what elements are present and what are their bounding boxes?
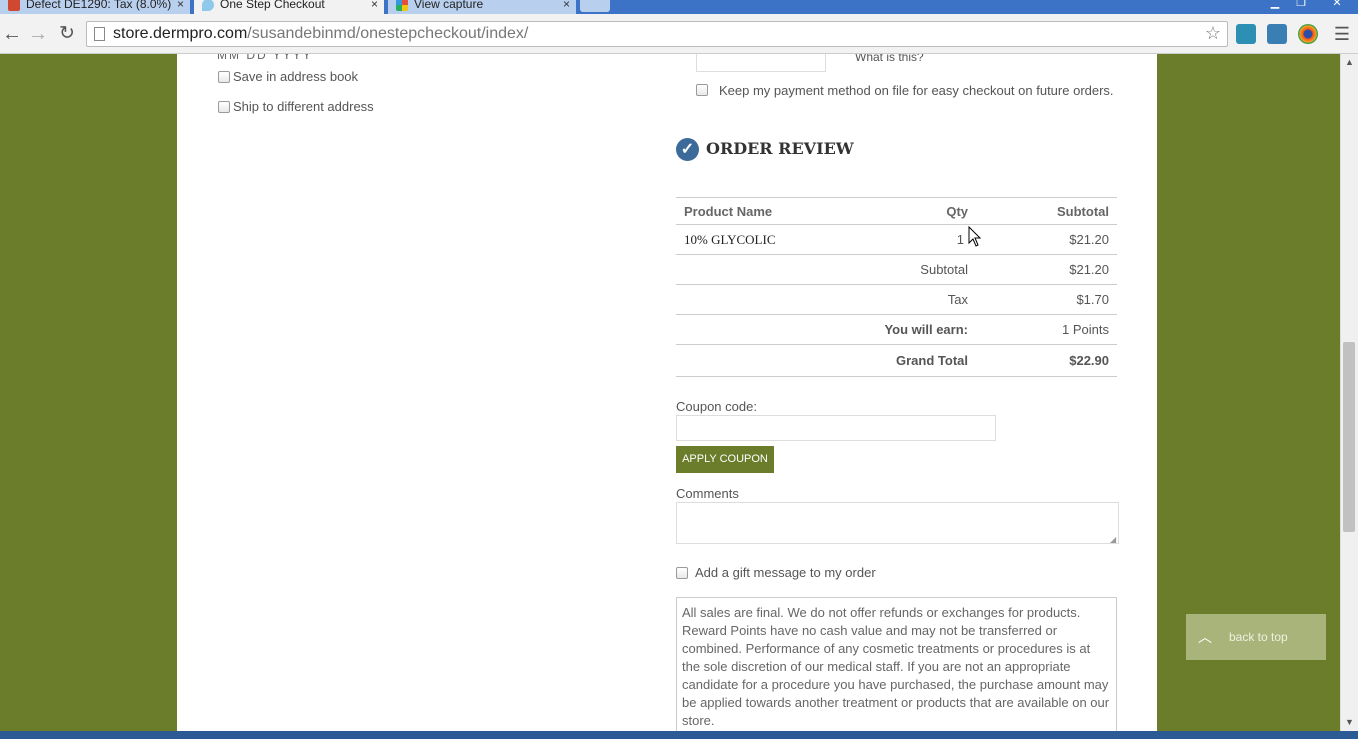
minimize-window-icon[interactable]: ▁	[1264, 0, 1286, 9]
keep-payment-checkbox[interactable]	[696, 84, 708, 96]
tab-label: View capture	[414, 0, 484, 11]
checkout-page: MM DD YYYY Save in address book Ship to …	[177, 54, 1157, 739]
tab-label: One Step Checkout	[220, 0, 325, 11]
extension-s-icon[interactable]	[1267, 24, 1287, 44]
close-window-icon[interactable]: ✕	[1322, 0, 1352, 9]
coupon-code-input[interactable]	[676, 415, 996, 441]
col-subtotal: Subtotal	[976, 197, 1117, 225]
table-row: 10% GLYCOLIC 1 $21.20	[676, 224, 1117, 255]
gift-message-checkbox[interactable]	[676, 567, 688, 579]
cvv-input[interactable]	[696, 54, 826, 72]
qty-cell: 1	[886, 224, 976, 255]
resize-grip-icon[interactable]: ◢	[1110, 535, 1116, 544]
scroll-down-arrow-icon[interactable]: ▼	[1345, 717, 1354, 727]
tax-row: Tax $1.70	[676, 284, 1117, 315]
keep-payment-label: Keep my payment method on file for easy …	[719, 83, 1114, 98]
product-name-cell: 10% GLYCOLIC	[676, 224, 886, 255]
subtotal-value: $21.20	[976, 254, 1117, 285]
tab-label: Defect DE1290: Tax (8.0%)	[26, 0, 172, 11]
reload-icon[interactable]: ↻	[55, 22, 79, 46]
grand-total-value: $22.90	[976, 344, 1117, 377]
grand-total-label: Grand Total	[676, 344, 976, 377]
earn-value: 1 Points	[976, 314, 1117, 345]
checkmark-icon: ✓	[676, 138, 699, 161]
tab-one-step-checkout[interactable]: One Step Checkout ×	[194, 0, 384, 14]
grand-total-row: Grand Total $22.90	[676, 344, 1117, 377]
date-format-hint: MM DD YYYY	[217, 54, 313, 62]
col-product-name: Product Name	[676, 197, 886, 225]
close-tab-icon[interactable]: ×	[177, 0, 184, 14]
earn-label: You will earn:	[676, 314, 976, 345]
scroll-up-arrow-icon[interactable]: ▲	[1345, 57, 1354, 67]
order-review-title: ORDER REVIEW	[706, 139, 854, 158]
scrollbar-thumb[interactable]	[1343, 342, 1355, 532]
save-address-checkbox[interactable]	[218, 71, 230, 83]
tab-view-capture[interactable]: View capture ×	[388, 0, 576, 14]
apply-coupon-button[interactable]: APPLY COUPON	[676, 446, 774, 473]
extension-circle-icon[interactable]	[1298, 24, 1318, 44]
browser-toolbar: ← → ↻ store.dermpro.com/susandebinmd/one…	[0, 14, 1358, 54]
address-bar[interactable]: store.dermpro.com/susandebinmd/onestepch…	[86, 21, 1228, 47]
back-to-top-label: back to top	[1229, 630, 1288, 644]
tax-label: Tax	[676, 284, 976, 315]
rally-favicon-icon	[8, 0, 20, 11]
table-header-row: Product Name Qty Subtotal	[676, 197, 1117, 225]
comments-textarea[interactable]	[676, 502, 1119, 544]
forward-arrow-icon[interactable]: →	[26, 22, 50, 46]
ship-different-label: Ship to different address	[233, 99, 374, 114]
save-address-label: Save in address book	[233, 69, 359, 84]
gift-message-label: Add a gift message to my order	[695, 565, 876, 580]
page-scrollbar[interactable]: ▲ ▼	[1340, 54, 1358, 739]
close-tab-icon[interactable]: ×	[563, 0, 570, 14]
subtotal-row: Subtotal $21.20	[676, 254, 1117, 285]
tax-value: $1.70	[976, 284, 1117, 315]
page-icon	[94, 27, 105, 41]
new-tab-button[interactable]	[580, 0, 610, 12]
capture-favicon-icon	[396, 0, 408, 11]
back-arrow-icon[interactable]: ←	[0, 22, 24, 46]
extension-c-icon[interactable]	[1236, 24, 1256, 44]
menu-icon[interactable]: ☰	[1330, 22, 1354, 46]
back-to-top-button[interactable]: ︿ back to top	[1186, 614, 1326, 660]
terms-text: All sales are final. We do not offer ref…	[676, 597, 1117, 739]
subtotal-label: Subtotal	[676, 254, 976, 285]
close-tab-icon[interactable]: ×	[371, 0, 378, 14]
comments-label: Comments	[676, 486, 739, 501]
subtotal-cell: $21.20	[976, 224, 1117, 255]
tab-strip: Defect DE1290: Tax (8.0%) × One Step Che…	[0, 0, 1358, 14]
address-url[interactable]: store.dermpro.com/susandebinmd/onestepch…	[113, 25, 528, 43]
droplet-favicon-icon	[202, 0, 214, 11]
what-is-this-link[interactable]: What is this?	[855, 54, 924, 64]
col-qty: Qty	[886, 197, 976, 225]
ship-different-checkbox[interactable]	[218, 101, 230, 113]
os-taskbar	[0, 731, 1358, 739]
earn-row: You will earn: 1 Points	[676, 314, 1117, 345]
chevron-up-icon: ︿	[1198, 629, 1212, 645]
bookmark-star-icon[interactable]: ☆	[1205, 23, 1221, 44]
coupon-code-label: Coupon code:	[676, 399, 757, 414]
order-review-table: Product Name Qty Subtotal 10% GLYCOLIC 1…	[676, 197, 1117, 377]
tab-defect[interactable]: Defect DE1290: Tax (8.0%) ×	[0, 0, 190, 14]
maximize-window-icon[interactable]: ❐	[1290, 0, 1312, 9]
